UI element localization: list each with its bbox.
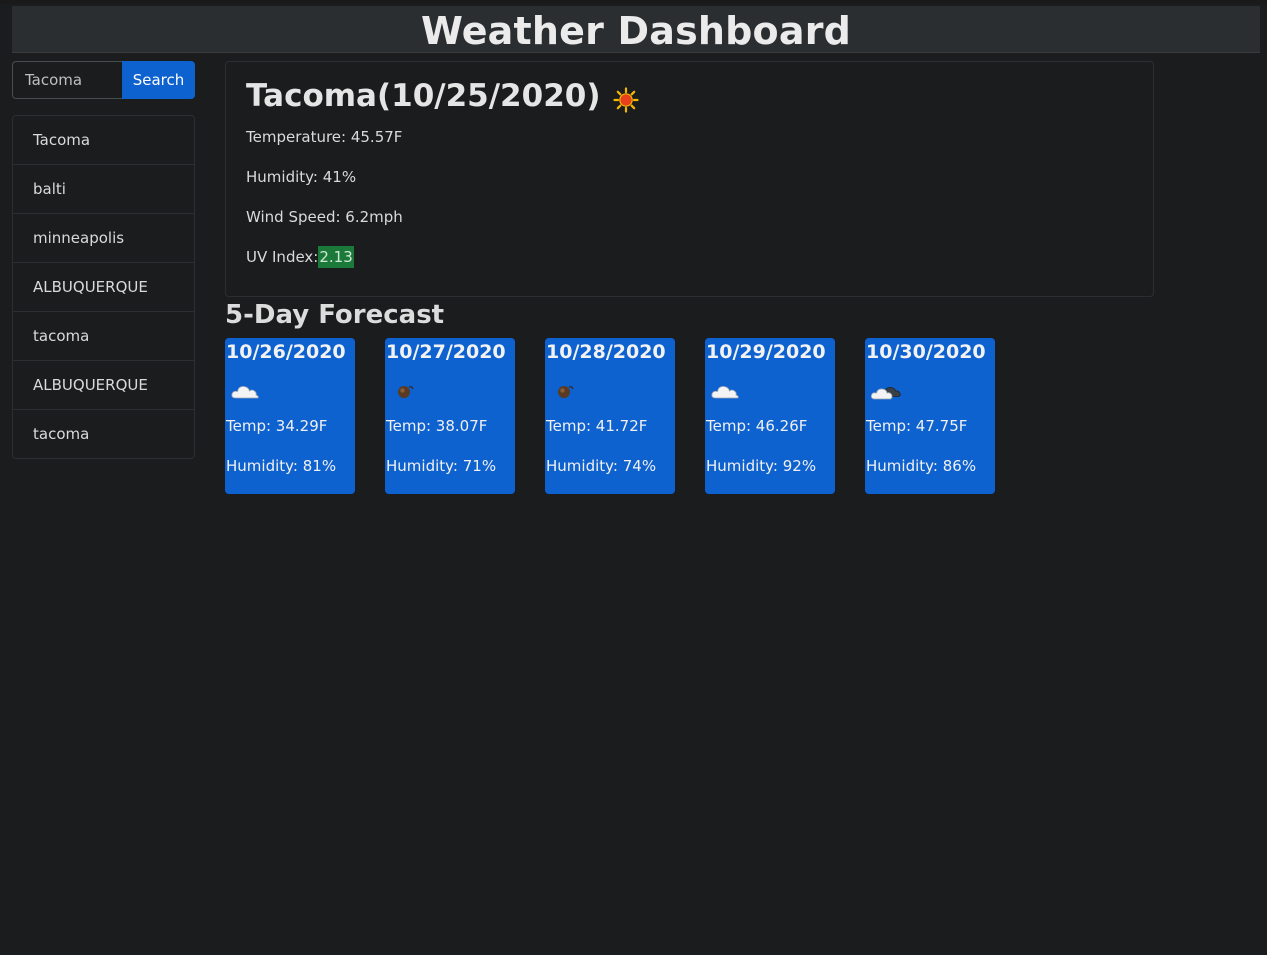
- forecast-humidity: Humidity: 81%: [226, 457, 337, 475]
- history-item[interactable]: tacoma: [13, 410, 194, 458]
- current-wind-speed: Wind Speed: 6.2mph: [246, 208, 403, 226]
- page-title: Weather Dashboard: [420, 9, 852, 53]
- history-item[interactable]: minneapolis: [13, 214, 194, 263]
- forecast-cards: 10/26/2020 Temp: 34.29F Humidity: 81% 10…: [225, 338, 995, 494]
- city-date-label: Tacoma(10/25/2020): [246, 78, 601, 114]
- uv-index-label: UV Index:: [246, 248, 319, 266]
- uv-index-badge: 2.13: [318, 246, 354, 268]
- sun-icon: [612, 83, 639, 113]
- forecast-card: 10/27/2020 Temp: 38.07F Humidity: 71%: [385, 338, 515, 494]
- search-form: Search: [12, 61, 195, 99]
- top-edge: [0, 0, 1267, 4]
- history-item[interactable]: ALBUQUERQUE: [13, 263, 194, 312]
- forecast-date: 10/28/2020: [546, 341, 666, 363]
- forecast-temp: Temp: 41.72F: [546, 417, 648, 435]
- history-item[interactable]: Tacoma: [13, 116, 194, 165]
- cloud-icon: [710, 378, 742, 404]
- forecast-card: 10/28/2020 Temp: 41.72F Humidity: 74%: [545, 338, 675, 494]
- current-weather-heading: Tacoma(10/25/2020): [246, 76, 1133, 116]
- search-button[interactable]: Search: [122, 61, 195, 99]
- forecast-temp: Temp: 46.26F: [706, 417, 808, 435]
- current-uv-index: UV Index:2.13: [246, 246, 354, 268]
- forecast-humidity: Humidity: 86%: [866, 457, 977, 475]
- current-temperature: Temperature: 45.57F: [246, 128, 403, 146]
- forecast-card: 10/26/2020 Temp: 34.29F Humidity: 81%: [225, 338, 355, 494]
- page-header: Weather Dashboard: [12, 6, 1260, 53]
- cloud-icon: [230, 378, 262, 404]
- current-humidity: Humidity: 41%: [246, 168, 357, 186]
- forecast-card: 10/29/2020 Temp: 46.26F Humidity: 92%: [705, 338, 835, 494]
- rain-icon: [550, 378, 582, 404]
- forecast-date: 10/30/2020: [866, 341, 986, 363]
- forecast-date: 10/29/2020: [706, 341, 826, 363]
- forecast-date: 10/27/2020: [386, 341, 506, 363]
- forecast-temp: Temp: 47.75F: [866, 417, 968, 435]
- broken-clouds-icon: [870, 378, 902, 404]
- forecast-humidity: Humidity: 92%: [706, 457, 817, 475]
- forecast-humidity: Humidity: 74%: [546, 457, 657, 475]
- forecast-card: 10/30/2020 Temp: 47.75F Humidity: 86%: [865, 338, 995, 494]
- history-item[interactable]: tacoma: [13, 312, 194, 361]
- forecast-temp: Temp: 38.07F: [386, 417, 488, 435]
- rain-icon: [390, 378, 422, 404]
- forecast-date: 10/26/2020: [226, 341, 346, 363]
- current-weather-card: Tacoma(10/25/2020) Temperature: 45.57F H…: [225, 61, 1154, 297]
- search-history-list: Tacoma balti minneapolis ALBUQUERQUE tac…: [12, 115, 195, 459]
- history-item[interactable]: ALBUQUERQUE: [13, 361, 194, 410]
- forecast-temp: Temp: 34.29F: [226, 417, 328, 435]
- search-input[interactable]: [12, 61, 122, 99]
- forecast-title: 5-Day Forecast: [225, 300, 445, 330]
- forecast-humidity: Humidity: 71%: [386, 457, 497, 475]
- history-item[interactable]: balti: [13, 165, 194, 214]
